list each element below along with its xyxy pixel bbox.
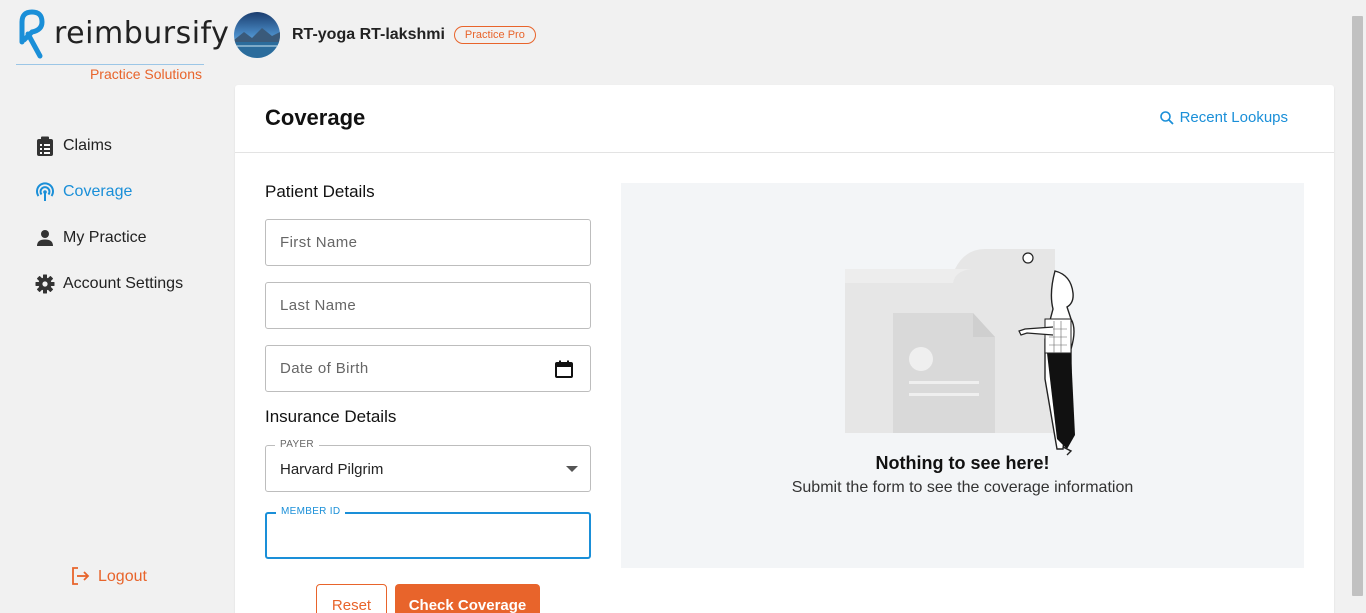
sidebar-item-claims[interactable]: Claims: [34, 134, 183, 158]
sidebar-item-label: Claims: [63, 137, 112, 154]
calendar-icon[interactable]: [554, 359, 574, 379]
patient-details-heading: Patient Details: [265, 182, 375, 201]
empty-state-subtitle: Submit the form to see the coverage info…: [791, 479, 1134, 496]
empty-state-panel: Nothing to see here! Submit the form to …: [621, 183, 1304, 568]
person-icon: [34, 227, 56, 249]
brand-logo[interactable]: reimbursify Practice Solutions: [14, 8, 229, 84]
insurance-details-heading: Insurance Details: [265, 407, 397, 426]
sidebar-nav: Claims Coverage My Practice Account Sett…: [34, 134, 183, 318]
page-scrollbar[interactable]: [1349, 0, 1366, 613]
recent-lookups-label: Recent Lookups: [1179, 109, 1288, 126]
payer-label: PAYER: [275, 439, 319, 450]
reset-button[interactable]: Reset: [316, 584, 387, 613]
check-coverage-button[interactable]: Check Coverage: [395, 584, 540, 613]
scrollbar-thumb[interactable]: [1352, 16, 1363, 596]
brand-subtitle: Practice Solutions: [89, 66, 202, 82]
coverage-card: Coverage Recent Lookups Patient Details …: [235, 85, 1334, 613]
member-id-input[interactable]: [267, 514, 589, 557]
member-id-field[interactable]: MEMBER ID: [265, 506, 591, 559]
dropdown-caret-icon: [566, 466, 578, 472]
page-title: Coverage: [265, 105, 366, 130]
empty-state-illustration: [845, 249, 1075, 456]
payer-select[interactable]: PAYER Harvard Pilgrim: [265, 439, 591, 492]
gear-icon: [34, 273, 56, 295]
brand-name: reimbursify: [54, 16, 230, 51]
first-name-input[interactable]: [266, 220, 590, 265]
payer-value: Harvard Pilgrim: [280, 461, 384, 478]
last-name-input[interactable]: [266, 283, 590, 328]
logout-button[interactable]: Logout: [70, 566, 147, 588]
logout-icon: [70, 566, 92, 588]
avatar[interactable]: [234, 12, 280, 58]
sidebar-item-account-settings[interactable]: Account Settings: [34, 272, 183, 296]
sidebar-item-label: Account Settings: [63, 275, 184, 292]
last-name-field[interactable]: [265, 282, 591, 329]
empty-state-title: Nothing to see here!: [875, 453, 1050, 473]
logout-label: Logout: [98, 568, 147, 585]
reimbursify-logo-icon: [19, 9, 45, 59]
sidebar: reimbursify Practice Solutions Claims Co…: [0, 0, 230, 613]
sidebar-item-label: Coverage: [63, 183, 133, 200]
date-of-birth-field[interactable]: [265, 345, 591, 392]
recent-lookups-link[interactable]: Recent Lookups: [1159, 109, 1288, 126]
date-of-birth-input[interactable]: [266, 346, 590, 391]
search-icon: [1159, 110, 1175, 126]
clipboard-icon: [34, 135, 56, 157]
brand-divider: [16, 64, 204, 65]
coverage-signal-icon: [34, 181, 56, 203]
sidebar-item-label: My Practice: [63, 229, 147, 246]
user-header: RT-yoga RT-lakshmi Practice Pro: [234, 12, 536, 58]
plan-badge: Practice Pro: [453, 26, 536, 44]
card-header: Coverage Recent Lookups: [235, 85, 1334, 153]
sidebar-item-my-practice[interactable]: My Practice: [34, 226, 183, 250]
first-name-field[interactable]: [265, 219, 591, 266]
member-id-label: MEMBER ID: [276, 506, 346, 517]
user-name: RT-yoga RT-lakshmi: [292, 26, 445, 43]
sidebar-item-coverage[interactable]: Coverage: [34, 180, 183, 204]
